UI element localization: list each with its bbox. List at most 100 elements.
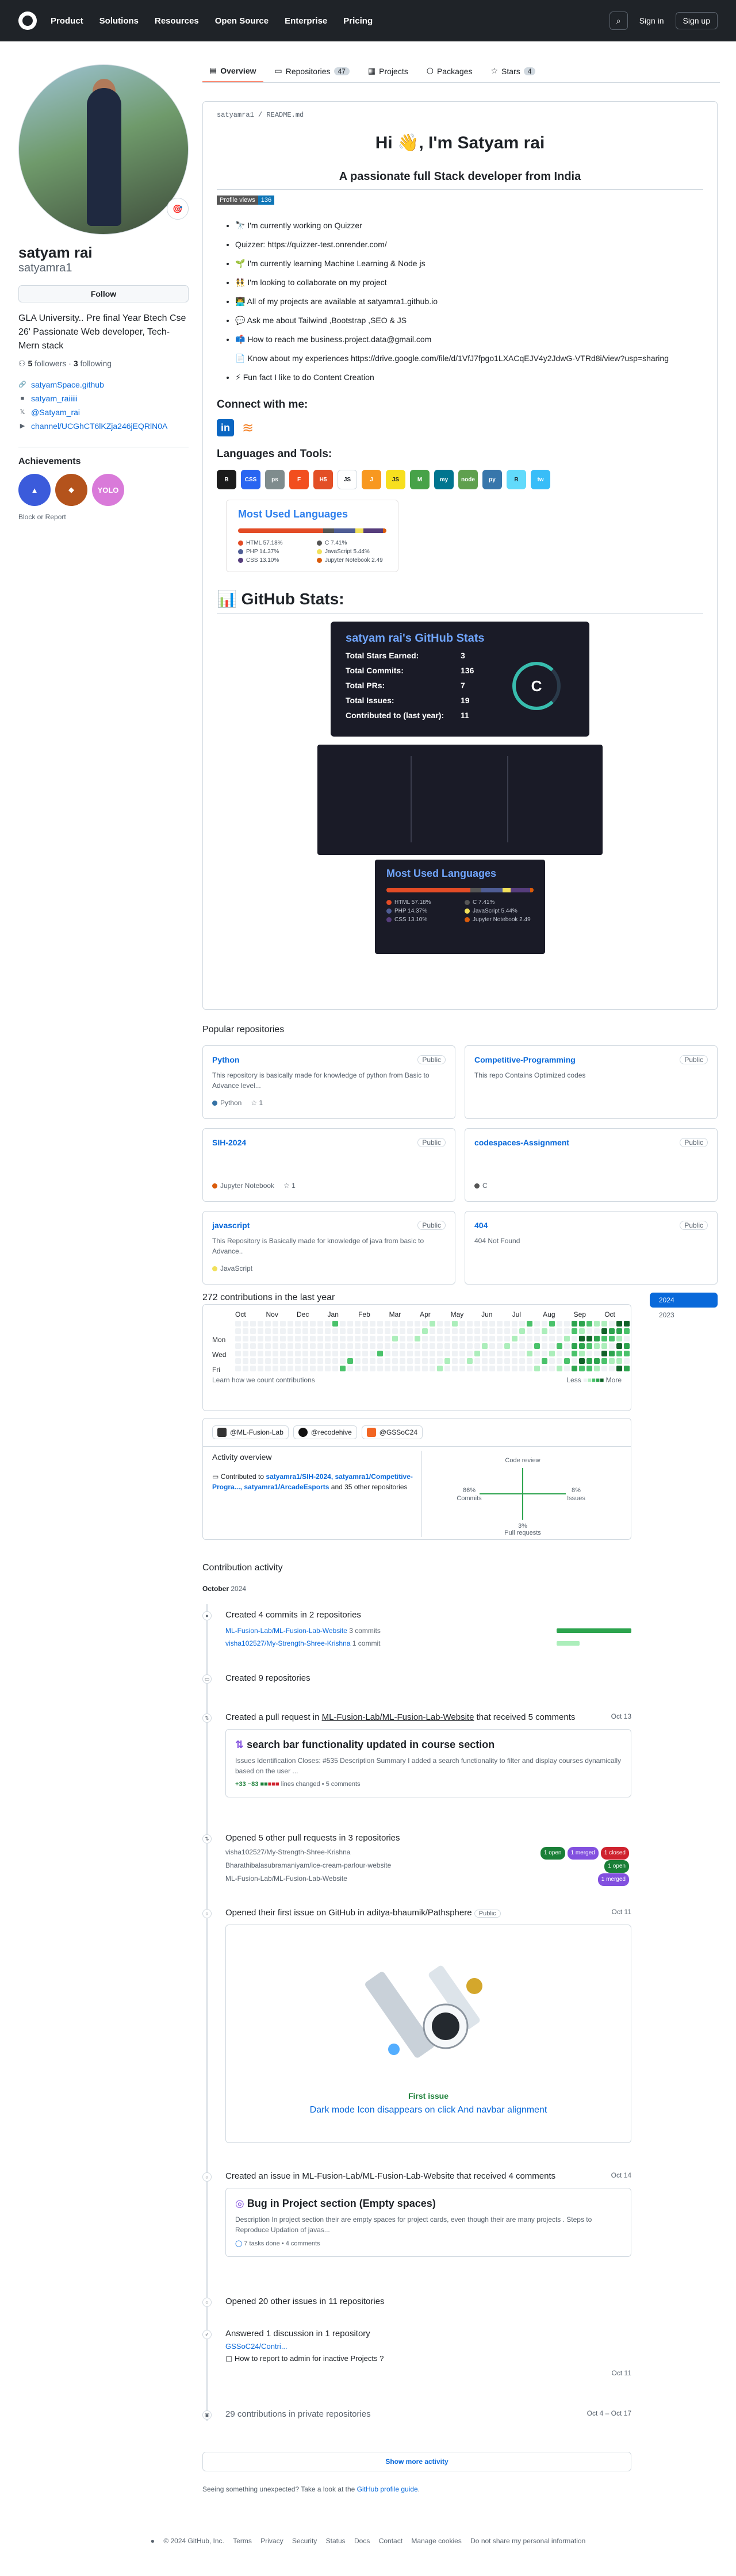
calendar-day-cell[interactable] xyxy=(579,1351,585,1356)
footer-privacy[interactable]: Privacy xyxy=(260,2537,283,2545)
calendar-day-cell[interactable] xyxy=(482,1336,488,1341)
calendar-day-cell[interactable] xyxy=(474,1336,480,1341)
calendar-day-cell[interactable] xyxy=(586,1328,592,1334)
calendar-day-cell[interactable] xyxy=(572,1321,577,1327)
calendar-day-cell[interactable] xyxy=(332,1328,338,1334)
calendar-day-cell[interactable] xyxy=(452,1351,458,1356)
calendar-day-cell[interactable] xyxy=(355,1321,361,1327)
calendar-day-cell[interactable] xyxy=(280,1358,286,1364)
calendar-day-cell[interactable] xyxy=(392,1351,398,1356)
calendar-day-cell[interactable] xyxy=(489,1358,495,1364)
calendar-day-cell[interactable] xyxy=(243,1321,248,1327)
calendar-day-cell[interactable] xyxy=(519,1321,525,1327)
calendar-day-cell[interactable] xyxy=(437,1343,443,1349)
tab-overview[interactable]: ▤ Overview xyxy=(202,60,263,82)
calendar-day-cell[interactable] xyxy=(258,1358,263,1364)
calendar-day-cell[interactable] xyxy=(467,1366,473,1371)
calendar-day-cell[interactable] xyxy=(235,1336,241,1341)
calendar-day-cell[interactable] xyxy=(310,1358,316,1364)
profile-guide-link[interactable]: GitHub profile guide xyxy=(357,2485,418,2493)
calendar-day-cell[interactable] xyxy=(310,1366,316,1371)
calendar-day-cell[interactable] xyxy=(512,1336,518,1341)
other-issues-title[interactable]: Opened 20 other issues in 11 repositorie… xyxy=(225,2297,631,2306)
calendar-day-cell[interactable] xyxy=(572,1358,577,1364)
calendar-day-cell[interactable] xyxy=(355,1328,361,1334)
calendar-day-cell[interactable] xyxy=(512,1366,518,1371)
calendar-day-cell[interactable] xyxy=(601,1343,607,1349)
calendar-day-cell[interactable] xyxy=(288,1336,293,1341)
calendar-day-cell[interactable] xyxy=(392,1343,398,1349)
repo-name-link[interactable]: 404 xyxy=(474,1221,708,1230)
calendar-day-cell[interactable] xyxy=(572,1336,577,1341)
calendar-day-cell[interactable] xyxy=(474,1343,480,1349)
calendar-day-cell[interactable] xyxy=(601,1336,607,1341)
calendar-day-cell[interactable] xyxy=(355,1343,361,1349)
calendar-day-cell[interactable] xyxy=(370,1328,375,1334)
calendar-day-cell[interactable] xyxy=(332,1366,338,1371)
calendar-day-cell[interactable] xyxy=(489,1366,495,1371)
calendar-day-cell[interactable] xyxy=(549,1336,555,1341)
calendar-day-cell[interactable] xyxy=(265,1343,271,1349)
calendar-day-cell[interactable] xyxy=(609,1343,615,1349)
calendar-day-cell[interactable] xyxy=(616,1336,622,1341)
calendar-day-cell[interactable] xyxy=(474,1328,480,1334)
calendar-day-cell[interactable] xyxy=(474,1366,480,1371)
calendar-day-cell[interactable] xyxy=(459,1328,465,1334)
repo-name-link[interactable]: Competitive-Programming xyxy=(474,1055,708,1064)
calendar-day-cell[interactable] xyxy=(288,1343,293,1349)
calendar-day-cell[interactable] xyxy=(265,1328,271,1334)
calendar-day-cell[interactable] xyxy=(437,1336,443,1341)
calendar-day-cell[interactable] xyxy=(325,1328,331,1334)
calendar-day-cell[interactable] xyxy=(415,1321,420,1327)
calendar-day-cell[interactable] xyxy=(527,1336,532,1341)
calendar-day-cell[interactable] xyxy=(362,1328,368,1334)
org-recodehive[interactable]: @recodehive xyxy=(293,1425,357,1439)
calendar-day-cell[interactable] xyxy=(243,1358,248,1364)
commit-repo-link[interactable]: ML-Fusion-Lab/ML-Fusion-Lab-Website xyxy=(225,1627,347,1635)
footer-contact[interactable]: Contact xyxy=(379,2537,402,2545)
calendar-day-cell[interactable] xyxy=(325,1351,331,1356)
github-logo-icon[interactable] xyxy=(18,12,37,30)
calendar-day-cell[interactable] xyxy=(273,1328,278,1334)
follow-button[interactable]: Follow xyxy=(18,285,189,303)
calendar-day-cell[interactable] xyxy=(235,1321,241,1327)
calendar-day-cell[interactable] xyxy=(370,1358,375,1364)
followers-label[interactable]: followers xyxy=(34,359,66,368)
calendar-day-cell[interactable] xyxy=(579,1366,585,1371)
calendar-day-cell[interactable] xyxy=(302,1336,308,1341)
calendar-day-cell[interactable] xyxy=(250,1343,256,1349)
calendar-day-cell[interactable] xyxy=(400,1366,405,1371)
tab-repositories[interactable]: ▭ Repositories 47 xyxy=(268,60,356,82)
calendar-day-cell[interactable] xyxy=(512,1358,518,1364)
calendar-day-cell[interactable] xyxy=(452,1358,458,1364)
status-emoji-icon[interactable]: 🎯 xyxy=(167,198,189,220)
year-2023[interactable]: 2023 xyxy=(650,1308,718,1322)
calendar-day-cell[interactable] xyxy=(400,1358,405,1364)
calendar-day-cell[interactable] xyxy=(497,1321,503,1327)
calendar-day-cell[interactable] xyxy=(347,1358,353,1364)
nav-open-source[interactable]: Open Source xyxy=(215,16,269,26)
repo-stars[interactable]: ☆ 1 xyxy=(251,1099,263,1107)
calendar-day-cell[interactable] xyxy=(534,1336,540,1341)
calendar-day-cell[interactable] xyxy=(385,1358,390,1364)
calendar-day-cell[interactable] xyxy=(377,1343,383,1349)
calendar-day-cell[interactable] xyxy=(325,1321,331,1327)
calendar-day-cell[interactable] xyxy=(392,1336,398,1341)
calendar-day-cell[interactable] xyxy=(459,1351,465,1356)
calendar-day-cell[interactable] xyxy=(355,1358,361,1364)
calendar-day-cell[interactable] xyxy=(362,1343,368,1349)
calendar-day-cell[interactable] xyxy=(504,1358,510,1364)
calendar-day-cell[interactable] xyxy=(400,1328,405,1334)
calendar-day-cell[interactable] xyxy=(370,1343,375,1349)
nav-solutions[interactable]: Solutions xyxy=(99,16,139,26)
sign-in-link[interactable]: Sign in xyxy=(635,13,669,29)
bullet-quizzer[interactable]: Quizzer: https://quizzer-test.onrender.c… xyxy=(235,235,703,254)
calendar-day-cell[interactable] xyxy=(340,1336,346,1341)
calendar-day-cell[interactable] xyxy=(317,1358,323,1364)
bullet-experience[interactable]: 📄 Know about my experiences https://driv… xyxy=(235,349,703,368)
calendar-day-cell[interactable] xyxy=(340,1343,346,1349)
calendar-day-cell[interactable] xyxy=(616,1351,622,1356)
calendar-day-cell[interactable] xyxy=(280,1336,286,1341)
calendar-day-cell[interactable] xyxy=(235,1351,241,1356)
calendar-day-cell[interactable] xyxy=(624,1343,630,1349)
